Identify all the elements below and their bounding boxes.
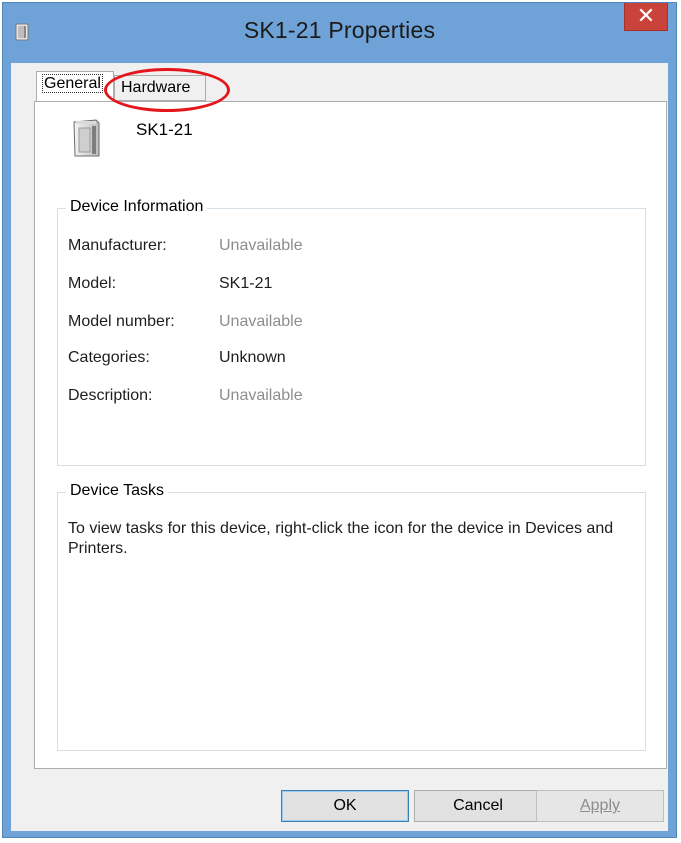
ok-button[interactable]: OK xyxy=(281,790,409,822)
device-tasks-group: Device Tasks To view tasks for this devi… xyxy=(57,482,646,751)
tab-general[interactable]: General xyxy=(36,71,114,101)
info-value: SK1-21 xyxy=(219,275,273,292)
info-label: Model: xyxy=(68,275,117,292)
apply-button-label: Apply xyxy=(579,797,621,814)
window-title: SK1-21 Properties xyxy=(243,17,436,43)
dialog-client-area: General Hardware SK1-21 Device Informati… xyxy=(11,63,668,831)
close-button[interactable]: ✕ xyxy=(624,3,668,31)
device-tasks-text: To view tasks for this device, right-cli… xyxy=(68,520,614,557)
info-value: Unavailable xyxy=(219,313,303,330)
device-information-legend: Device Information xyxy=(66,198,208,216)
info-value: Unknown xyxy=(219,349,286,366)
info-label: Categories: xyxy=(68,349,150,366)
properties-window: SK1-21 Properties ✕ General Hardware SK1… xyxy=(2,2,677,838)
tab-hardware-label: Hardware xyxy=(121,79,191,96)
info-value: Unavailable xyxy=(219,387,303,404)
cancel-button[interactable]: Cancel xyxy=(414,790,542,822)
info-label: Model number: xyxy=(68,313,175,330)
tab-general-label: General xyxy=(42,74,103,93)
tab-hardware[interactable]: Hardware xyxy=(114,75,206,101)
info-value: Unavailable xyxy=(219,237,303,254)
device-tasks-legend: Device Tasks xyxy=(66,482,168,500)
device-information-group: Device Information Manufacturer: Unavail… xyxy=(57,198,646,466)
info-label: Description: xyxy=(68,387,153,404)
title-bar[interactable]: SK1-21 Properties ✕ xyxy=(3,3,676,63)
printer-device-icon xyxy=(73,119,100,157)
info-label: Manufacturer: xyxy=(68,237,167,254)
general-tab-panel: SK1-21 Device Information Manufacturer: … xyxy=(34,101,667,769)
device-name: SK1-21 xyxy=(136,120,193,139)
apply-button[interactable]: Apply xyxy=(536,790,664,822)
